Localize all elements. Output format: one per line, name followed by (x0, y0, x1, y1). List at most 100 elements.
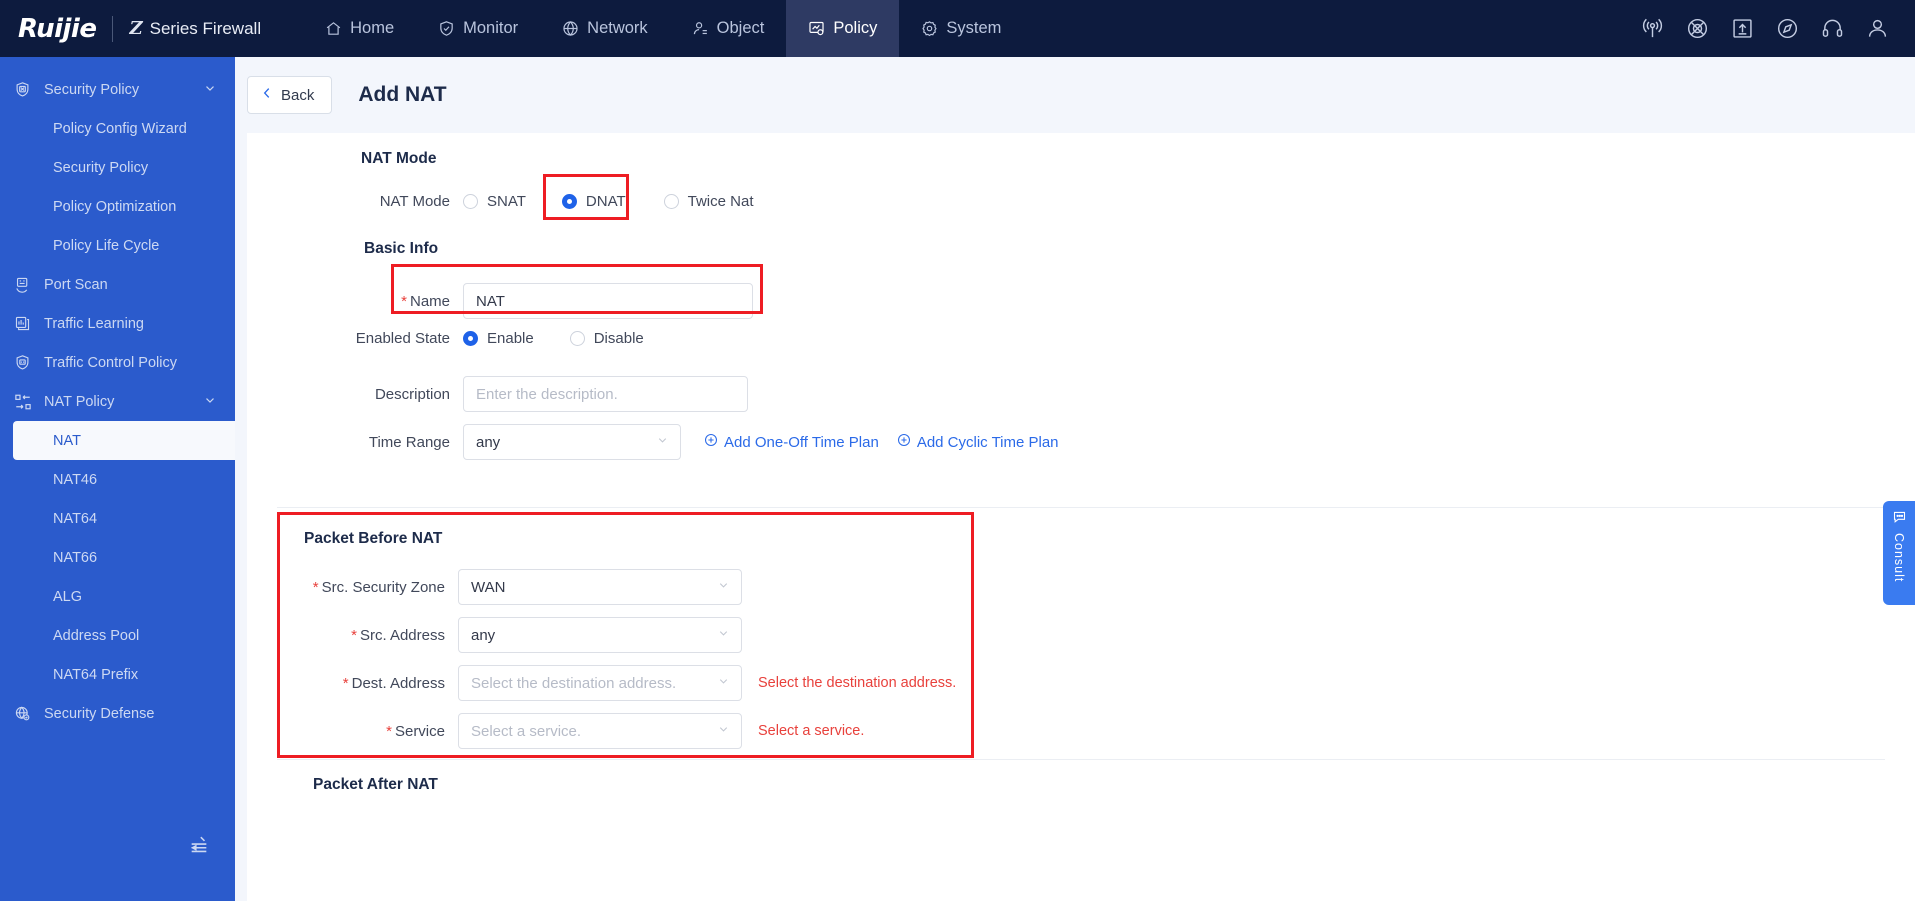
sidebar-sub-label: Policy Config Wizard (53, 120, 187, 137)
back-button[interactable]: Back (247, 76, 333, 114)
dest-address-error: Select the destination address. (758, 675, 957, 691)
radio-indicator (463, 194, 478, 209)
sidebar-item-security-defense[interactable]: Security Defense (0, 694, 235, 733)
sidebar-item-address-pool[interactable]: Address Pool (0, 616, 235, 655)
sidebar-item-label: Security Defense (44, 705, 155, 722)
field-label-service: * Service (247, 723, 445, 740)
brand-block: Ruijie Z Series Firewall (0, 14, 261, 44)
description-input[interactable]: Enter the description. (463, 376, 748, 412)
radio-disable[interactable]: Disable (569, 330, 644, 347)
collapse-sidebar-icon[interactable] (186, 832, 212, 858)
nav-item-object[interactable]: Object (670, 0, 787, 57)
consult-tab[interactable]: Consult (1883, 501, 1915, 605)
consult-icon (1892, 509, 1907, 529)
consult-label: Consult (1892, 533, 1906, 583)
radio-label: Twice Nat (687, 193, 754, 210)
radio-snat[interactable]: SNAT (463, 193, 526, 210)
radio-indicator (663, 194, 679, 209)
field-label-name: * Name (247, 293, 450, 310)
main-content: Back Add NAT NAT Mode NAT Mode SNAT DNAT… (235, 57, 1915, 901)
chevron-down-icon (717, 675, 730, 692)
account-icon[interactable] (1866, 17, 1889, 40)
field-row-time-range: Time Range any Add One-Off Time Plan Add… (247, 424, 1147, 460)
chevron-down-icon (717, 579, 730, 596)
add-cyclic-time-plan-button[interactable]: Add Cyclic Time Plan (897, 433, 1059, 451)
nav-item-monitor[interactable]: Monitor (416, 0, 540, 57)
nav-item-system[interactable]: System (899, 0, 1023, 57)
section-title-packet-after-nat: Packet After NAT (313, 776, 438, 793)
name-input[interactable]: NAT (463, 283, 753, 319)
field-row-service: * Service Select a service. Select a serv… (247, 713, 1347, 749)
sidebar-item-nat64-prefix[interactable]: NAT64 Prefix (0, 655, 235, 694)
sidebar-item-policy-life-cycle[interactable]: Policy Life Cycle (0, 226, 235, 265)
broadcast-icon[interactable] (1641, 17, 1664, 40)
field-label-text: Name (409, 292, 450, 310)
add-one-off-time-plan-button[interactable]: Add One-Off Time Plan (704, 433, 879, 451)
radio-indicator (463, 331, 478, 346)
required-asterisk: * (401, 292, 407, 310)
sidebar-item-traffic-control-policy[interactable]: Traffic Control Policy (0, 343, 235, 382)
required-asterisk: * (342, 674, 349, 692)
nav-item-home[interactable]: Home (303, 0, 416, 57)
security-defense-icon (14, 705, 36, 722)
time-range-select[interactable]: any (463, 424, 681, 460)
sidebar-sub-label: Policy Optimization (53, 198, 177, 215)
radio-enable[interactable]: Enable (463, 330, 534, 347)
compass-icon[interactable] (1776, 17, 1799, 40)
shield-check-icon (438, 20, 455, 37)
link-label: Add Cyclic Time Plan (916, 433, 1059, 451)
sidebar-item-label: Traffic Learning (44, 315, 144, 332)
policy-icon (808, 20, 825, 37)
field-label-text: Src. Security Zone (321, 578, 445, 596)
field-row-src-security-zone: * Src. Security Zone WAN (247, 569, 1247, 605)
service-select[interactable]: Select a service. (458, 713, 742, 749)
chevron-down-icon (717, 627, 730, 644)
top-nav-items: Home Monitor Network Object Policy Syste… (303, 0, 1023, 57)
field-label-nat-mode: NAT Mode (379, 193, 450, 210)
nav-label: Monitor (463, 19, 519, 37)
sidebar-item-security-policy[interactable]: Security Policy (0, 148, 235, 187)
ruijie-logo: Ruijie (18, 13, 97, 44)
traffic-learning-icon (14, 315, 36, 332)
radio-dnat[interactable]: DNAT (561, 193, 626, 210)
sidebar-item-nat[interactable]: NAT (13, 421, 235, 460)
sidebar-group-security-policy[interactable]: Security Policy (0, 70, 235, 109)
top-nav-right-icons (1641, 17, 1915, 40)
section-title-basic-info: Basic Info (364, 240, 439, 257)
sidebar-item-policy-config-wizard[interactable]: Policy Config Wizard (0, 109, 235, 148)
field-label-time-range: Time Range (368, 433, 450, 451)
nav-item-network[interactable]: Network (540, 0, 670, 57)
upload-icon[interactable] (1731, 17, 1754, 40)
sidebar-item-nat66[interactable]: NAT66 (0, 538, 235, 577)
field-label-enabled-state: Enabled State (355, 330, 450, 347)
sidebar-group-nat-policy[interactable]: NAT Policy (0, 382, 235, 421)
sidebar-item-policy-optimization[interactable]: Policy Optimization (0, 187, 235, 226)
nat-form-panel: NAT Mode NAT Mode SNAT DNAT Twice Nat Ba… (247, 133, 1915, 901)
network-globe-icon[interactable] (1686, 17, 1709, 40)
security-policy-icon (14, 81, 36, 98)
sidebar-item-nat64[interactable]: NAT64 (0, 499, 235, 538)
section-divider-1 (277, 507, 1885, 508)
sidebar-item-alg[interactable]: ALG (0, 577, 235, 616)
globe-icon (562, 20, 579, 37)
sidebar-item-port-scan[interactable]: Port Scan (0, 265, 235, 304)
src-security-zone-value: WAN (471, 578, 506, 596)
radio-label: Enable (487, 330, 534, 347)
sidebar-item-traffic-learning[interactable]: Traffic Learning (0, 304, 235, 343)
field-label-src-security-zone: * Src. Security Zone (247, 579, 445, 596)
sidebar-group-label: NAT Policy (44, 393, 115, 410)
headset-icon[interactable] (1821, 17, 1844, 40)
sidebar-sub-label: ALG (53, 588, 83, 605)
sidebar-sub-label: NAT46 (53, 471, 98, 488)
dest-address-select[interactable]: Select the destination address. (458, 665, 742, 701)
radio-label: SNAT (487, 193, 526, 210)
src-security-zone-select[interactable]: WAN (458, 569, 742, 605)
nav-label: System (946, 19, 1002, 37)
nav-item-policy[interactable]: Policy (786, 0, 900, 57)
field-label-text: Service (394, 722, 445, 740)
plus-circle-icon (704, 433, 718, 451)
name-input-value: NAT (476, 292, 505, 310)
sidebar-item-nat46[interactable]: NAT46 (0, 460, 235, 499)
radio-twice-nat[interactable]: Twice Nat (663, 193, 754, 210)
src-address-select[interactable]: any (458, 617, 742, 653)
